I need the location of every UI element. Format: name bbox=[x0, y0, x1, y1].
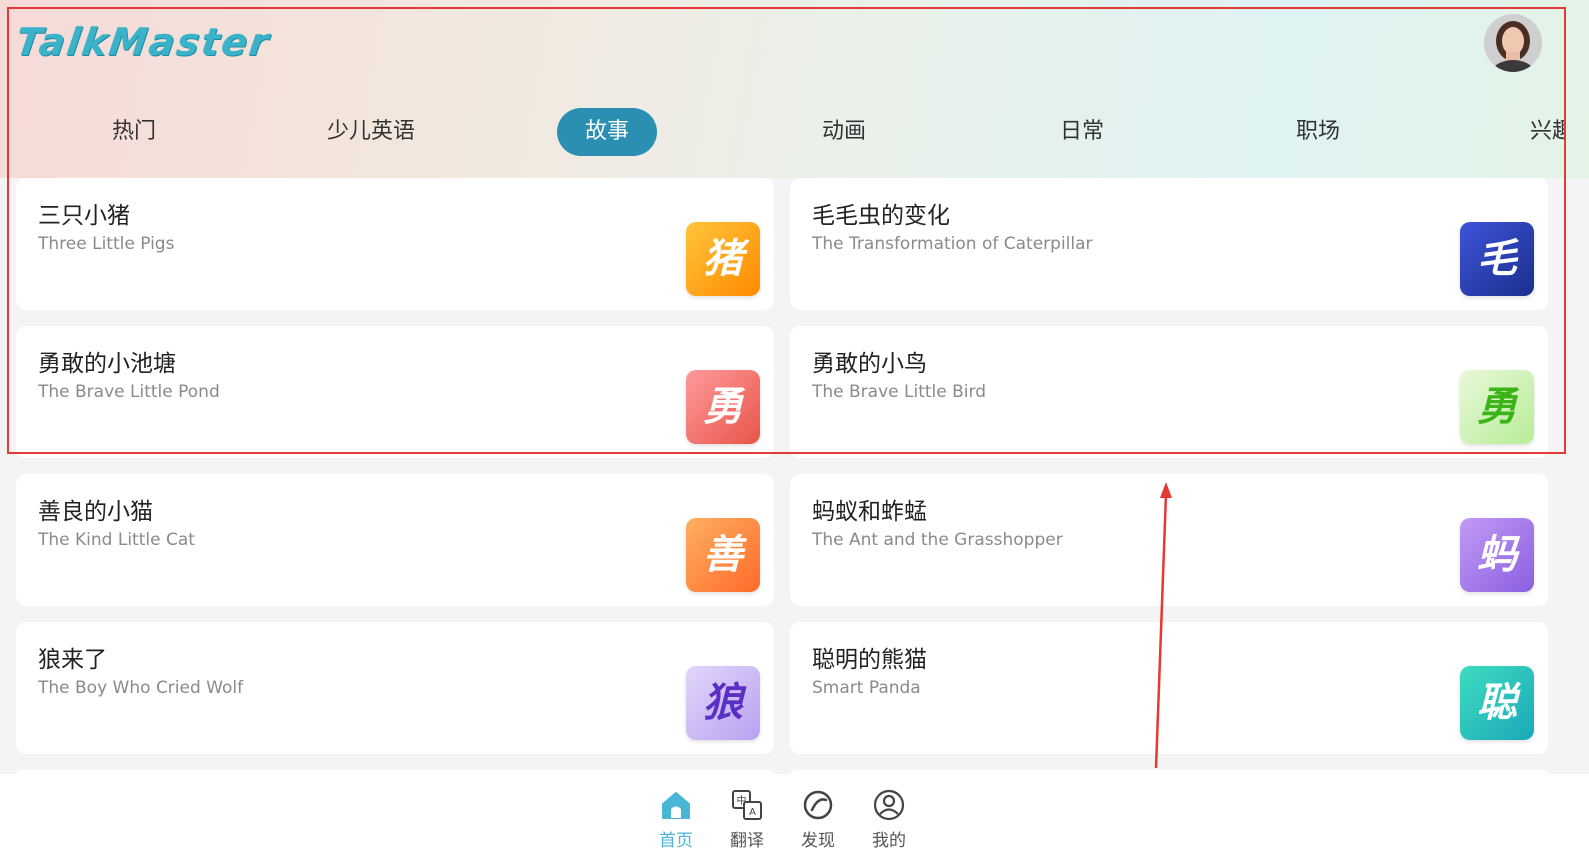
app-logo: TalkMaster bbox=[12, 20, 274, 64]
translate-icon: 中 A bbox=[732, 790, 762, 820]
story-card[interactable]: 狼来了 The Boy Who Cried Wolf 狼 bbox=[16, 622, 774, 754]
story-title-en: The Brave Little Pond bbox=[38, 382, 220, 402]
story-title-cn: 蚂蚁和蚱蜢 bbox=[812, 499, 927, 525]
avatar-portrait-icon bbox=[1484, 14, 1542, 72]
svg-text:中: 中 bbox=[737, 794, 747, 807]
story-title-en: Three Little Pigs bbox=[38, 234, 175, 254]
story-card[interactable]: 三只小猪 Three Little Pigs 猪 bbox=[16, 178, 774, 310]
story-title-cn: 聪明的熊猫 bbox=[812, 647, 927, 673]
story-title-en: The Ant and the Grasshopper bbox=[812, 530, 1063, 550]
tab-workplace[interactable]: 职场 bbox=[1292, 108, 1344, 156]
nav-discover[interactable]: 发现 bbox=[793, 788, 843, 851]
user-avatar[interactable] bbox=[1484, 14, 1542, 72]
tab-stories[interactable]: 故事 bbox=[557, 108, 657, 156]
nav-translate[interactable]: 中 A 翻译 bbox=[722, 788, 772, 851]
story-thumbnail: 蚂 bbox=[1460, 518, 1534, 592]
tab-interest[interactable]: 兴趣 bbox=[1530, 108, 1566, 156]
story-title-cn: 勇敢的小鸟 bbox=[812, 351, 927, 377]
story-thumbnail: 猪 bbox=[686, 222, 760, 296]
nav-profile[interactable]: 我的 bbox=[864, 788, 914, 851]
nav-discover-label: 发现 bbox=[801, 831, 835, 851]
story-title-cn: 三只小猪 bbox=[38, 203, 130, 229]
nav-profile-label: 我的 bbox=[872, 831, 906, 851]
header: TalkMaster 热门 少儿英语 故事 动画 日常 职场 兴趣 bbox=[0, 0, 1589, 178]
story-thumbnail: 毛 bbox=[1460, 222, 1534, 296]
story-title-en: The Kind Little Cat bbox=[38, 530, 195, 550]
nav-home[interactable]: 首页 bbox=[651, 788, 701, 851]
story-title-en: The Boy Who Cried Wolf bbox=[38, 678, 244, 698]
nav-translate-label: 翻译 bbox=[730, 831, 764, 851]
story-card[interactable]: 善良的小猫 The Kind Little Cat 善 bbox=[16, 474, 774, 606]
story-card[interactable]: 勇敢的小鸟 The Brave Little Bird 勇 bbox=[790, 326, 1548, 458]
tab-daily[interactable]: 日常 bbox=[1056, 108, 1108, 156]
bottom-navigation: 首页 中 A 翻译 发现 我的 bbox=[0, 774, 1589, 866]
profile-icon bbox=[873, 789, 905, 821]
category-tabs: 热门 少儿英语 故事 动画 日常 职场 兴趣 bbox=[0, 108, 1589, 158]
story-title-cn: 毛毛虫的变化 bbox=[812, 203, 950, 229]
story-title-en: Smart Panda bbox=[812, 678, 921, 698]
tab-kids-english[interactable]: 少儿英语 bbox=[322, 108, 420, 156]
story-thumbnail: 善 bbox=[686, 518, 760, 592]
story-thumbnail: 聪 bbox=[1460, 666, 1534, 740]
story-title-cn: 狼来了 bbox=[38, 647, 107, 673]
story-title-en: The Brave Little Bird bbox=[812, 382, 986, 402]
home-icon bbox=[662, 792, 690, 819]
story-card[interactable]: 聪明的熊猫 Smart Panda 聪 bbox=[790, 622, 1548, 754]
story-title-cn: 善良的小猫 bbox=[38, 499, 153, 525]
nav-home-label: 首页 bbox=[659, 831, 693, 851]
story-card[interactable]: 勇敢的小池塘 The Brave Little Pond 勇 bbox=[16, 326, 774, 458]
story-title-en: The Transformation of Caterpillar bbox=[812, 234, 1093, 254]
discover-icon bbox=[803, 790, 833, 820]
story-card[interactable]: 毛毛虫的变化 The Transformation of Caterpillar 毛 bbox=[790, 178, 1548, 310]
story-thumbnail: 狼 bbox=[686, 666, 760, 740]
svg-text:A: A bbox=[749, 807, 756, 818]
story-thumbnail: 勇 bbox=[1460, 370, 1534, 444]
story-card[interactable]: 蚂蚁和蚱蜢 The Ant and the Grasshopper 蚂 bbox=[790, 474, 1548, 606]
tab-animation[interactable]: 动画 bbox=[818, 108, 870, 156]
story-title-cn: 勇敢的小池塘 bbox=[38, 351, 176, 377]
tab-hot[interactable]: 热门 bbox=[108, 108, 160, 156]
story-thumbnail: 勇 bbox=[686, 370, 760, 444]
